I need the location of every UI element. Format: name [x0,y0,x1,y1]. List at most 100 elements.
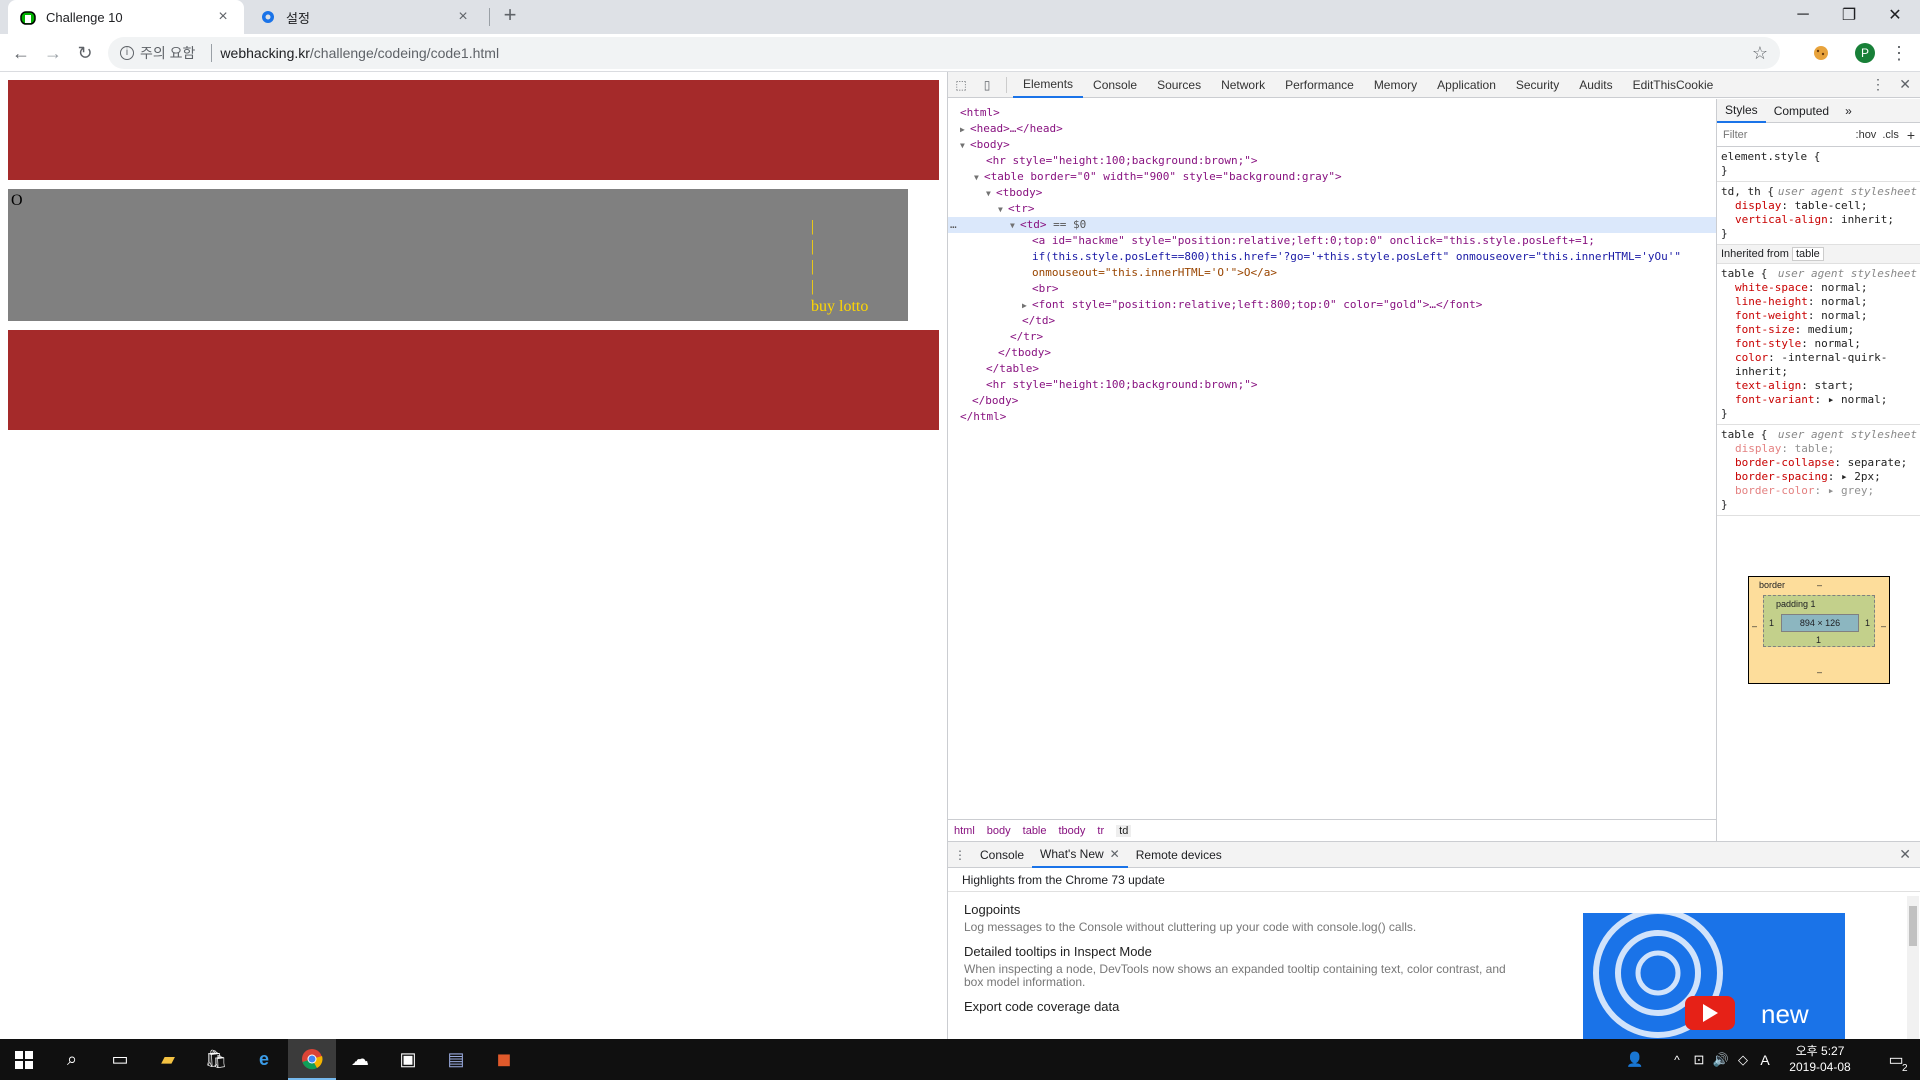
ua-rule-table-inherited[interactable]: table { user agent stylesheet white-spac… [1717,264,1920,425]
dom-node[interactable]: </body> [948,393,1716,409]
drawer-close-icon[interactable]: ✕ [1899,846,1911,863]
breadcrumb-item[interactable]: tr [1097,825,1104,837]
drawer-tab-whats-new[interactable]: What's New ✕ [1032,842,1128,868]
dom-node[interactable]: </tr> [948,329,1716,345]
drawer-scrollbar[interactable] [1907,896,1919,1040]
expanded-triangle-icon[interactable]: ▼ [998,202,1008,218]
devtools-tab-security[interactable]: Security [1506,72,1569,98]
drawer-tab-remote-devices[interactable]: Remote devices [1128,842,1230,868]
profile-avatar[interactable]: P [1850,38,1880,68]
devtools-tab-console[interactable]: Console [1083,72,1147,98]
dom-node[interactable]: ▶ <font style="position:relative;left:800… [948,297,1716,313]
collapsed-triangle-icon[interactable]: ▶ [960,122,970,138]
breadcrumb-item[interactable]: html [954,825,975,837]
chrome-73-video-thumbnail[interactable]: new [1583,913,1845,1040]
app-icon[interactable]: ☁ [336,1039,384,1080]
devtools-tab-sources[interactable]: Sources [1147,72,1211,98]
close-window-button[interactable]: ✕ [1872,0,1918,30]
devtools-menu-icon[interactable]: ⋮ [1871,76,1885,93]
styles-filter-input[interactable] [1723,128,1823,141]
address-bar[interactable]: i 주의 요함 webhacking.kr/challenge/codeing/… [108,37,1780,69]
expanded-triangle-icon[interactable]: ▼ [960,138,970,154]
windows-start-icon[interactable] [0,1039,48,1080]
dom-node[interactable]: </html> [948,409,1716,425]
tab-settings[interactable]: 설정 × [248,0,484,34]
close-tab-icon[interactable]: ✕ [1110,847,1120,861]
dom-node[interactable]: ▼ <table border="0" width="900" style="ba… [948,169,1716,185]
more-tabs-icon[interactable]: » [1837,99,1860,123]
expanded-triangle-icon[interactable]: ▼ [974,170,984,186]
search-icon[interactable]: ⌕ [48,1039,96,1080]
forward-arrow-icon[interactable]: → [38,38,68,68]
show-hidden-icons[interactable]: ^ [1666,1039,1688,1080]
minimize-button[interactable]: ─ [1780,0,1826,30]
dom-node[interactable]: </table> [948,361,1716,377]
system-clock[interactable]: 오후 5:27 2019-04-08 [1780,1043,1860,1075]
devtools-tab-application[interactable]: Application [1427,72,1506,98]
node-actions-icon[interactable]: … [950,217,957,233]
expanded-triangle-icon[interactable]: ▼ [1010,218,1020,234]
devtools-tab-memory[interactable]: Memory [1364,72,1427,98]
tab-computed[interactable]: Computed [1766,99,1837,123]
cls-toggle[interactable]: .cls [1882,129,1899,141]
security-label[interactable]: 주의 요함 [140,43,195,63]
inherited-tag[interactable]: table [1791,247,1824,261]
dom-node[interactable]: ▼ <tbody> [948,185,1716,201]
task-view-icon[interactable]: ▭ [96,1039,144,1080]
volume-icon[interactable]: 🔊 [1710,1039,1732,1080]
dom-node[interactable]: </td> [948,313,1716,329]
cookie-extension-icon[interactable] [1806,38,1836,68]
chrome-taskbar-icon[interactable] [288,1039,336,1080]
internet-explorer-icon[interactable]: e [240,1039,288,1080]
devtools-tab-audits[interactable]: Audits [1569,72,1622,98]
tab-styles[interactable]: Styles [1717,99,1766,123]
breadcrumb-item[interactable]: body [987,825,1011,837]
dom-node[interactable]: ▼ <tr> [948,201,1716,217]
devtools-tab-network[interactable]: Network [1211,72,1275,98]
dom-node[interactable]: <hr style="height:100;background:brown;"… [948,153,1716,169]
burp-suite-icon[interactable]: ◼ [480,1039,528,1080]
close-tab-icon[interactable]: × [454,8,472,26]
hackme-link[interactable]: O [11,192,23,210]
drawer-tab-console[interactable]: Console [972,842,1032,868]
ua-rule-table[interactable]: table { user agent stylesheet display: t… [1717,425,1920,516]
devtools-tab-performance[interactable]: Performance [1275,72,1364,98]
dom-node[interactable]: <hr style="height:100;background:brown;"… [948,377,1716,393]
kebab-menu-icon[interactable]: ⋮ [1884,38,1914,68]
dom-node[interactable]: </tbody> [948,345,1716,361]
dom-node[interactable]: <br> [948,281,1716,297]
notification-icon[interactable]: ▭ 2 [1872,1039,1920,1080]
restore-button[interactable]: ❐ [1826,0,1872,30]
ime-indicator[interactable]: A [1754,1039,1776,1080]
device-toolbar-icon[interactable]: ▯ [974,78,1000,92]
store-icon[interactable]: 🛍 [192,1039,240,1080]
dom-node[interactable]: <html> [948,105,1716,121]
devtools-tab-elements[interactable]: Elements [1013,72,1084,98]
expanded-triangle-icon[interactable]: ▼ [986,186,996,202]
hov-toggle[interactable]: :hov [1856,129,1877,141]
close-tab-icon[interactable]: × [214,8,232,26]
collapsed-triangle-icon[interactable]: ▶ [1022,298,1032,314]
new-tab-button[interactable]: + [496,2,524,30]
scrollbar-thumb[interactable] [1909,906,1917,946]
ua-rule-td[interactable]: td, th { user agent stylesheet display: … [1717,182,1920,245]
breadcrumb-item-selected[interactable]: td [1116,824,1132,837]
add-rule-icon[interactable]: + [1907,127,1915,143]
dom-node[interactable]: ▶ <head>…</head> [948,121,1716,137]
people-icon[interactable]: 👤 [1620,1039,1650,1080]
info-icon[interactable]: i [120,46,134,60]
dom-node[interactable]: <a id="hackme" style="position:relative;… [948,233,1716,249]
dropbox-icon[interactable]: ◇ [1732,1039,1754,1080]
network-icon[interactable]: ⊡ [1688,1039,1710,1080]
breadcrumb-item[interactable]: table [1023,825,1047,837]
breadcrumb-item[interactable]: tbody [1059,825,1086,837]
notepad-icon[interactable]: ▤ [432,1039,480,1080]
devtools-close-icon[interactable]: ✕ [1899,76,1911,93]
reload-icon[interactable]: ↻ [70,38,100,68]
back-arrow-icon[interactable]: ← [6,38,36,68]
bookmark-star-icon[interactable]: ☆ [1752,43,1768,64]
dom-node[interactable]: ▼ <body> [948,137,1716,153]
element-style-rule[interactable]: element.style { } [1717,147,1920,182]
devtools-tab-editthiscookie[interactable]: EditThisCookie [1623,72,1724,98]
drawer-menu-icon[interactable]: ⋮ [948,848,972,862]
